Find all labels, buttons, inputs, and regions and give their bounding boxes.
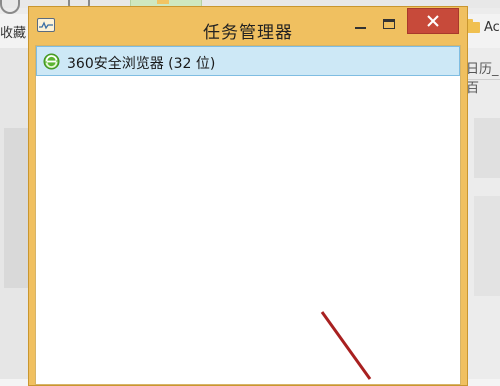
process-row[interactable]: 360安全浏览器 (32 位) [36,46,460,76]
bookmark-folder-item[interactable]: Ac [466,19,500,35]
page-left-area [0,48,30,379]
process-list: 360安全浏览器 (32 位) [35,45,461,385]
page-right-link[interactable]: 日历_百 [466,58,500,96]
minimize-button[interactable] [349,14,373,36]
page-right-block [474,196,500,296]
page-left-block [4,128,30,288]
bookmark-favorites-label[interactable]: 收藏 [0,22,26,41]
title-bar[interactable]: 任务管理器 [29,7,467,43]
task-manager-window: 任务管理器 360安全浏览器 (32 位) [28,6,468,386]
close-button[interactable] [407,8,459,34]
process-name: 360安全浏览器 (32 位) [67,56,216,72]
360-browser-icon [43,53,60,70]
folder-icon [466,19,480,33]
bookmark-folder-label: Ac [484,20,500,35]
close-icon [427,15,439,27]
page-right-block [474,118,500,178]
divider [466,79,500,80]
refresh-icon[interactable] [0,0,20,14]
red-arrow-annotation [320,311,372,380]
maximize-button[interactable] [378,14,402,36]
folder-icon [157,0,169,4]
